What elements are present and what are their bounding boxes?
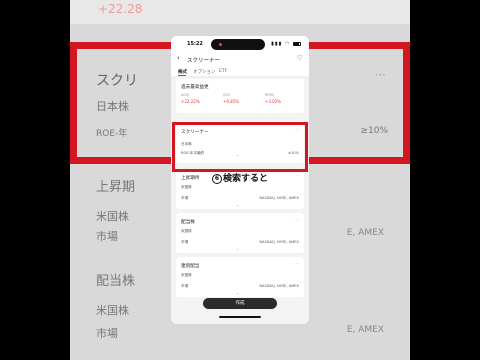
screener-list: 過去最高益更 AGHI +22.22% SYD +9.85% RRPA +3.0… xyxy=(171,77,309,324)
bg-card3-field: 市場 xyxy=(96,327,118,340)
tab-bar: 株式 オプション ETF xyxy=(171,66,309,77)
field-label: 市場 xyxy=(181,284,189,288)
card-consecutive[interactable]: 連続配当 ··· 米国株 市場 ⌄ NASDAQ, NYSE, AMEX xyxy=(176,257,304,297)
home-indicator[interactable] xyxy=(219,316,261,318)
field-value: NASDAQ, NYSE, AMEX xyxy=(259,284,299,288)
metric-label: AGHI xyxy=(181,93,190,97)
bg-card1-filter-value: ≥10% xyxy=(360,126,388,136)
metric-label: SYD xyxy=(223,93,230,97)
step-number: 6 xyxy=(211,174,222,184)
create-button[interactable]: 作成 xyxy=(203,298,277,309)
recording-dot-icon xyxy=(219,43,222,46)
heart-icon[interactable]: ♡ xyxy=(297,54,303,62)
bg-top-number: +22.28 xyxy=(98,2,143,16)
status-bar: 15:22 ▮▮▮ ◠ xyxy=(171,36,309,52)
bg-card2-title: 上昇期 xyxy=(96,180,136,195)
caption-text: 検索すると xyxy=(222,174,268,184)
active-tab-indicator xyxy=(178,75,186,76)
back-icon[interactable]: ‹ xyxy=(177,54,180,62)
field-label: 市場 xyxy=(181,240,189,244)
field-value: NASDAQ, NYSE, AMEX xyxy=(259,240,299,244)
battery-icon xyxy=(293,41,301,46)
card-market: 米国株 xyxy=(181,273,192,277)
more-icon[interactable]: ··· xyxy=(294,217,299,223)
bg-card2-field: 市場 xyxy=(96,230,118,243)
card-dividend[interactable]: 配当株 ··· 米国株 市場 ⌄ NASDAQ, NYSE, AMEX xyxy=(176,213,304,253)
bg-card3-field-value: E, AMEX xyxy=(346,325,384,335)
more-icon[interactable]: ··· xyxy=(294,173,299,179)
metric-item: SYD +9.85% xyxy=(223,93,239,104)
bg-card2-field-value: E, AMEX xyxy=(346,228,384,238)
bg-card1-filter: ROE-年 xyxy=(96,129,128,139)
tab-options[interactable]: オプション xyxy=(193,69,216,75)
bg-card1-market: 日本株 xyxy=(96,100,129,113)
card-title: 配当株 xyxy=(181,220,195,225)
bg-card1-title: スクリ xyxy=(96,73,138,89)
video-frame: +22.28 スクリ ··· 日本株 ROE-年 ≥10% 上昇期 米国株 市場… xyxy=(0,0,480,360)
metrics-row: AGHI +22.22% SYD +9.85% RRPA +3.02% xyxy=(181,93,299,107)
chevron-down-icon[interactable]: ⌄ xyxy=(236,246,239,251)
bg-card3-title: 配当株 xyxy=(96,274,136,289)
metric-value: +9.85% xyxy=(223,99,240,104)
metric-value: +22.22% xyxy=(181,99,200,104)
status-icons: ▮▮▮ ◠ xyxy=(271,41,301,47)
highlight-box xyxy=(172,122,308,172)
caption: 6 検索すると xyxy=(188,172,292,186)
signal-icon: ▮▮▮ xyxy=(271,41,283,47)
status-time: 15:22 xyxy=(187,41,203,47)
more-icon[interactable]: ··· xyxy=(294,261,299,267)
bg-card2-market: 米国株 xyxy=(96,210,129,223)
tab-etf[interactable]: ETF xyxy=(219,69,227,74)
field-label: 市場 xyxy=(181,196,189,200)
dynamic-island xyxy=(211,39,265,50)
bg-card3-market: 米国株 xyxy=(96,304,129,317)
card-recent-high[interactable]: 過去最高益更 AGHI +22.22% SYD +9.85% RRPA +3.0… xyxy=(176,79,304,113)
field-value: NASDAQ, NYSE, AMEX xyxy=(259,196,299,200)
card-title: 過去最高益更 xyxy=(181,85,209,90)
metric-item: RRPA +3.02% xyxy=(265,93,281,104)
nav-bar: ‹ スクリーナー ♡ xyxy=(171,52,309,66)
card-market: 米国株 xyxy=(181,229,192,233)
bg-more-icon: ··· xyxy=(374,68,386,82)
metric-item: AGHI +22.22% xyxy=(181,93,200,104)
metric-value: +3.02% xyxy=(265,99,282,104)
page-title: スクリーナー xyxy=(187,58,221,64)
chevron-down-icon[interactable]: ⌄ xyxy=(236,290,239,295)
wifi-icon: ◠ xyxy=(285,41,291,47)
chevron-down-icon[interactable]: ⌄ xyxy=(236,202,239,207)
metric-label: RRPA xyxy=(265,93,274,97)
card-title: 連続配当 xyxy=(181,264,200,269)
bg-top-strip: +22.28 xyxy=(70,0,410,24)
